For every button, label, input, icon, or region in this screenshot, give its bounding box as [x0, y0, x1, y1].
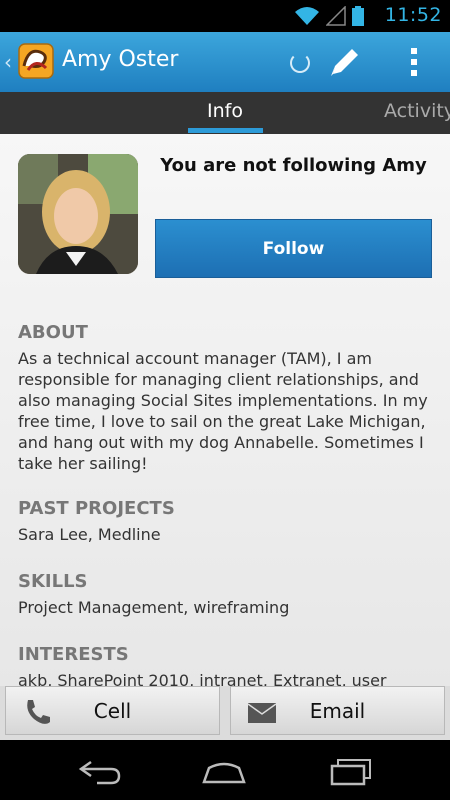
contact-bar: Cell Email [0, 686, 450, 740]
overflow-menu-icon[interactable] [404, 44, 424, 80]
follow-button[interactable]: Follow [155, 219, 432, 278]
tab-info[interactable]: Info [207, 100, 243, 122]
phone-icon [27, 700, 50, 724]
past-projects-heading: PAST PROJECTS [18, 498, 175, 519]
interests-body: akb, SharePoint 2010, intranet, Extranet… [18, 671, 387, 686]
refresh-spinner-icon [290, 53, 310, 73]
status-time: 11:52 [384, 4, 442, 26]
tab-selected-indicator [188, 128, 263, 133]
wifi-icon [295, 7, 319, 25]
email-button[interactable]: Email [230, 686, 445, 735]
signal-icon [326, 6, 346, 26]
navigation-bar [0, 740, 450, 800]
recent-apps-icon[interactable] [328, 756, 374, 786]
about-heading: ABOUT [18, 322, 88, 343]
tab-activity[interactable]: Activity [384, 100, 450, 122]
avatar-image [18, 154, 138, 274]
avatar [18, 154, 138, 274]
envelope-icon [247, 703, 277, 723]
back-chevron-icon[interactable]: ‹ [4, 50, 12, 74]
edit-pencil-icon[interactable] [325, 42, 365, 82]
status-bar: 11:52 [0, 0, 450, 32]
follow-status: You are not following Amy [160, 155, 427, 176]
skills-heading: SKILLS [18, 571, 88, 592]
interests-heading: INTERESTS [18, 644, 129, 665]
tab-bar: Info Activity [0, 92, 450, 135]
past-projects-body: Sara Lee, Medline [18, 525, 161, 544]
status-icons [294, 6, 364, 26]
cell-button[interactable]: Cell [5, 686, 220, 735]
page-title: Amy Oster [62, 47, 179, 72]
about-body: As a technical account manager (TAM), I … [18, 349, 428, 473]
profile-content[interactable]: You are not following Amy Follow ABOUT A… [0, 134, 450, 686]
action-bar: ‹ Amy Oster [0, 32, 450, 92]
app-icon[interactable] [18, 40, 54, 82]
home-icon[interactable] [201, 756, 247, 786]
battery-icon [352, 6, 364, 26]
back-icon[interactable] [77, 756, 123, 786]
skills-body: Project Management, wireframing [18, 598, 290, 617]
